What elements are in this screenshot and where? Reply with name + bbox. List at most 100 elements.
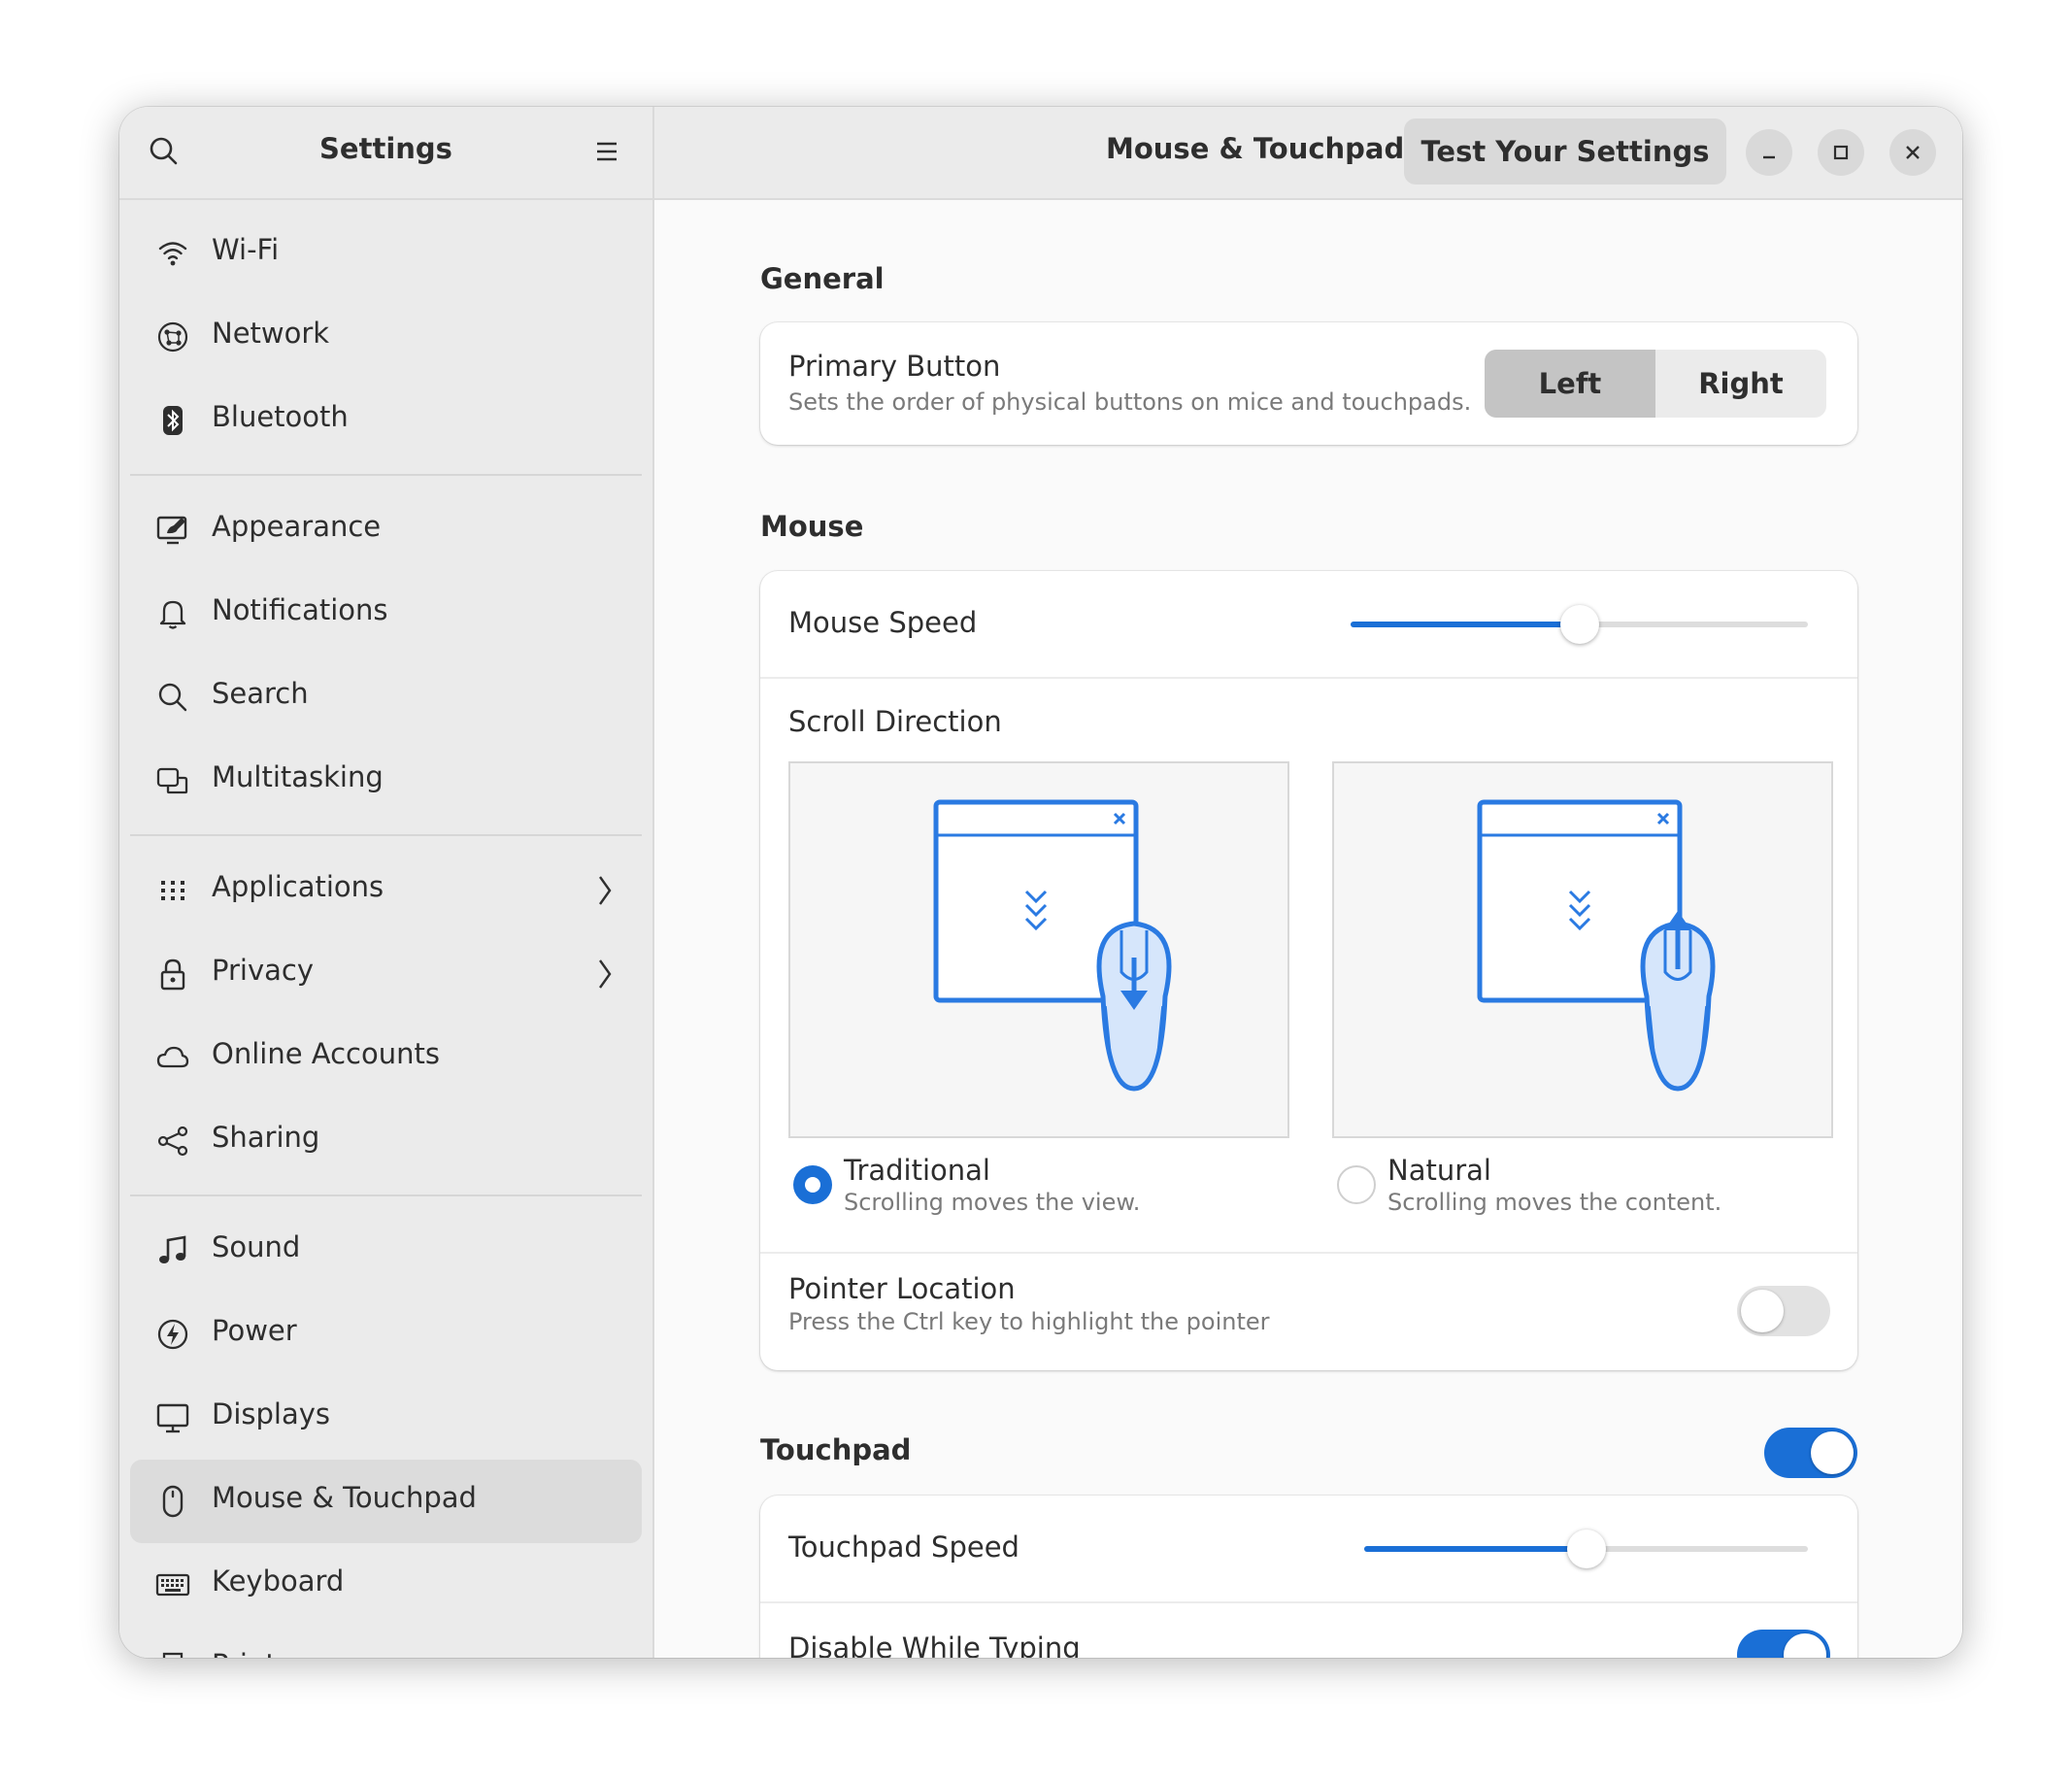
mouse-icon	[162, 1485, 184, 1518]
content-pane: Mouse & Touchpad Test Your Settings Gene…	[654, 107, 1962, 1658]
sidebar-item-label: Search	[212, 677, 309, 710]
power-icon	[157, 1319, 188, 1350]
sidebar-item-notifications[interactable]: Notifications	[130, 572, 642, 656]
natural-illustration	[1477, 799, 1716, 1092]
switch-knob	[1811, 1431, 1854, 1474]
mouse-card: Mouse Speed Scroll Direction Traditional…	[760, 571, 1857, 1370]
cloud-icon	[156, 1046, 189, 1068]
natural-radio[interactable]	[1337, 1165, 1376, 1204]
chevron-right-icon	[599, 959, 612, 989]
slider-knob[interactable]	[1566, 1530, 1606, 1568]
sidebar-item-mouse-touchpad[interactable]: Mouse & Touchpad	[130, 1460, 642, 1543]
traditional-illustration	[933, 799, 1172, 1092]
slider-fill	[1364, 1546, 1587, 1552]
appearance-icon	[156, 516, 187, 545]
minimize-icon	[1763, 155, 1775, 159]
slider-fill	[1351, 622, 1580, 627]
natural-preview[interactable]	[1332, 761, 1833, 1138]
touchpad-heading: Touchpad	[760, 1433, 912, 1466]
switch-knob	[1741, 1290, 1784, 1332]
sidebar-item-privacy[interactable]: Privacy	[130, 932, 642, 1016]
settings-window: Settings Wi-Fi Network Bluetooth Appeara…	[119, 107, 1962, 1658]
sidebar-item-online-accounts[interactable]: Online Accounts	[130, 1016, 642, 1099]
page-title: Mouse & Touchpad	[1106, 132, 1405, 165]
hamburger-menu-icon[interactable]	[587, 132, 626, 171]
sidebar-item-label: Printers	[212, 1648, 320, 1658]
music-note-icon	[159, 1235, 186, 1263]
sidebar-item-applications[interactable]: Applications	[130, 849, 642, 932]
natural-label: Natural	[1387, 1154, 1491, 1187]
printer-icon	[162, 1652, 184, 1658]
primary-button-subtitle: Sets the order of physical buttons on mi…	[788, 388, 1472, 416]
traditional-preview[interactable]	[788, 761, 1289, 1138]
close-button[interactable]	[1889, 129, 1936, 176]
sidebar-item-label: Displays	[212, 1397, 331, 1430]
touchpad-speed-slider[interactable]	[1364, 1530, 1808, 1568]
sidebar-item-label: Network	[212, 317, 330, 350]
traditional-subtitle: Scrolling moves the view.	[844, 1189, 1141, 1216]
close-icon	[1906, 146, 1920, 159]
apps-grid-icon	[161, 881, 184, 900]
sidebar-item-sharing[interactable]: Sharing	[130, 1099, 642, 1183]
network-icon	[157, 321, 188, 353]
sidebar-item-label: Sharing	[212, 1121, 320, 1154]
sidebar-item-displays[interactable]: Displays	[130, 1376, 642, 1460]
mouse-speed-slider[interactable]	[1351, 605, 1808, 644]
lock-icon	[160, 959, 185, 991]
sidebar-item-sound[interactable]: Sound	[130, 1209, 642, 1293]
minimize-button[interactable]	[1746, 129, 1792, 176]
touchpad-speed-label: Touchpad Speed	[788, 1531, 1019, 1564]
header-bar: Mouse & Touchpad Test Your Settings	[654, 107, 1962, 200]
sidebar-separator	[130, 834, 642, 836]
multitasking-icon	[156, 767, 188, 794]
sidebar-item-search[interactable]: Search	[130, 656, 642, 739]
slider-knob[interactable]	[1559, 605, 1599, 644]
sidebar-item-printers[interactable]: Printers	[130, 1627, 642, 1658]
share-icon	[157, 1126, 188, 1157]
traditional-radio[interactable]	[793, 1165, 832, 1204]
search-icon	[158, 683, 187, 712]
touchpad-enable-switch[interactable]	[1764, 1428, 1857, 1478]
sidebar-item-label: Notifications	[212, 593, 388, 626]
pointer-location-subtitle: Press the Ctrl key to highlight the poin…	[788, 1308, 1270, 1335]
scroll-direction-title: Scroll Direction	[788, 705, 1002, 738]
left-button-option[interactable]: Left	[1485, 350, 1655, 418]
pointer-location-title: Pointer Location	[788, 1272, 1016, 1305]
sidebar-item-label: Wi-Fi	[212, 233, 280, 266]
natural-subtitle: Scrolling moves the content.	[1387, 1189, 1722, 1216]
sidebar-separator	[130, 474, 642, 476]
sidebar-header: Settings	[119, 107, 652, 200]
traditional-label: Traditional	[844, 1154, 990, 1187]
sidebar-item-label: Multitasking	[212, 760, 384, 793]
disable-while-typing-label: Disable While Typing	[788, 1632, 1081, 1658]
sidebar-item-network[interactable]: Network	[130, 295, 642, 379]
row-divider	[760, 677, 1857, 679]
sidebar-item-bluetooth[interactable]: Bluetooth	[130, 379, 642, 462]
mouse-heading: Mouse	[760, 510, 864, 543]
sidebar-item-label: Appearance	[212, 510, 382, 543]
row-divider	[760, 1601, 1857, 1603]
pointer-location-switch[interactable]	[1737, 1286, 1830, 1336]
sidebar-item-wifi[interactable]: Wi-Fi	[130, 212, 642, 295]
right-button-option[interactable]: Right	[1655, 350, 1826, 418]
sidebar-item-label: Power	[212, 1314, 297, 1347]
sidebar-item-power[interactable]: Power	[130, 1293, 642, 1376]
sidebar-item-label: Applications	[212, 870, 384, 903]
display-icon	[156, 1403, 189, 1433]
chevron-right-icon	[599, 876, 612, 905]
maximize-button[interactable]	[1818, 129, 1864, 176]
sidebar-item-appearance[interactable]: Appearance	[130, 488, 642, 572]
sidebar-item-label: Mouse & Touchpad	[212, 1481, 477, 1514]
switch-knob	[1784, 1633, 1826, 1658]
disable-while-typing-switch[interactable]	[1737, 1630, 1830, 1658]
keyboard-icon	[155, 1573, 190, 1597]
maximize-icon	[1833, 145, 1849, 160]
sidebar-item-multitasking[interactable]: Multitasking	[130, 739, 642, 823]
sidebar-item-label: Bluetooth	[212, 400, 349, 433]
primary-button-title: Primary Button	[788, 350, 1001, 383]
bell-icon	[159, 600, 186, 629]
sidebar-item-label: Sound	[212, 1230, 301, 1263]
sidebar-item-keyboard[interactable]: Keyboard	[130, 1543, 642, 1627]
test-settings-button[interactable]: Test Your Settings	[1404, 118, 1726, 185]
sidebar-nav: Wi-Fi Network Bluetooth Appearance Notif…	[130, 212, 642, 1658]
